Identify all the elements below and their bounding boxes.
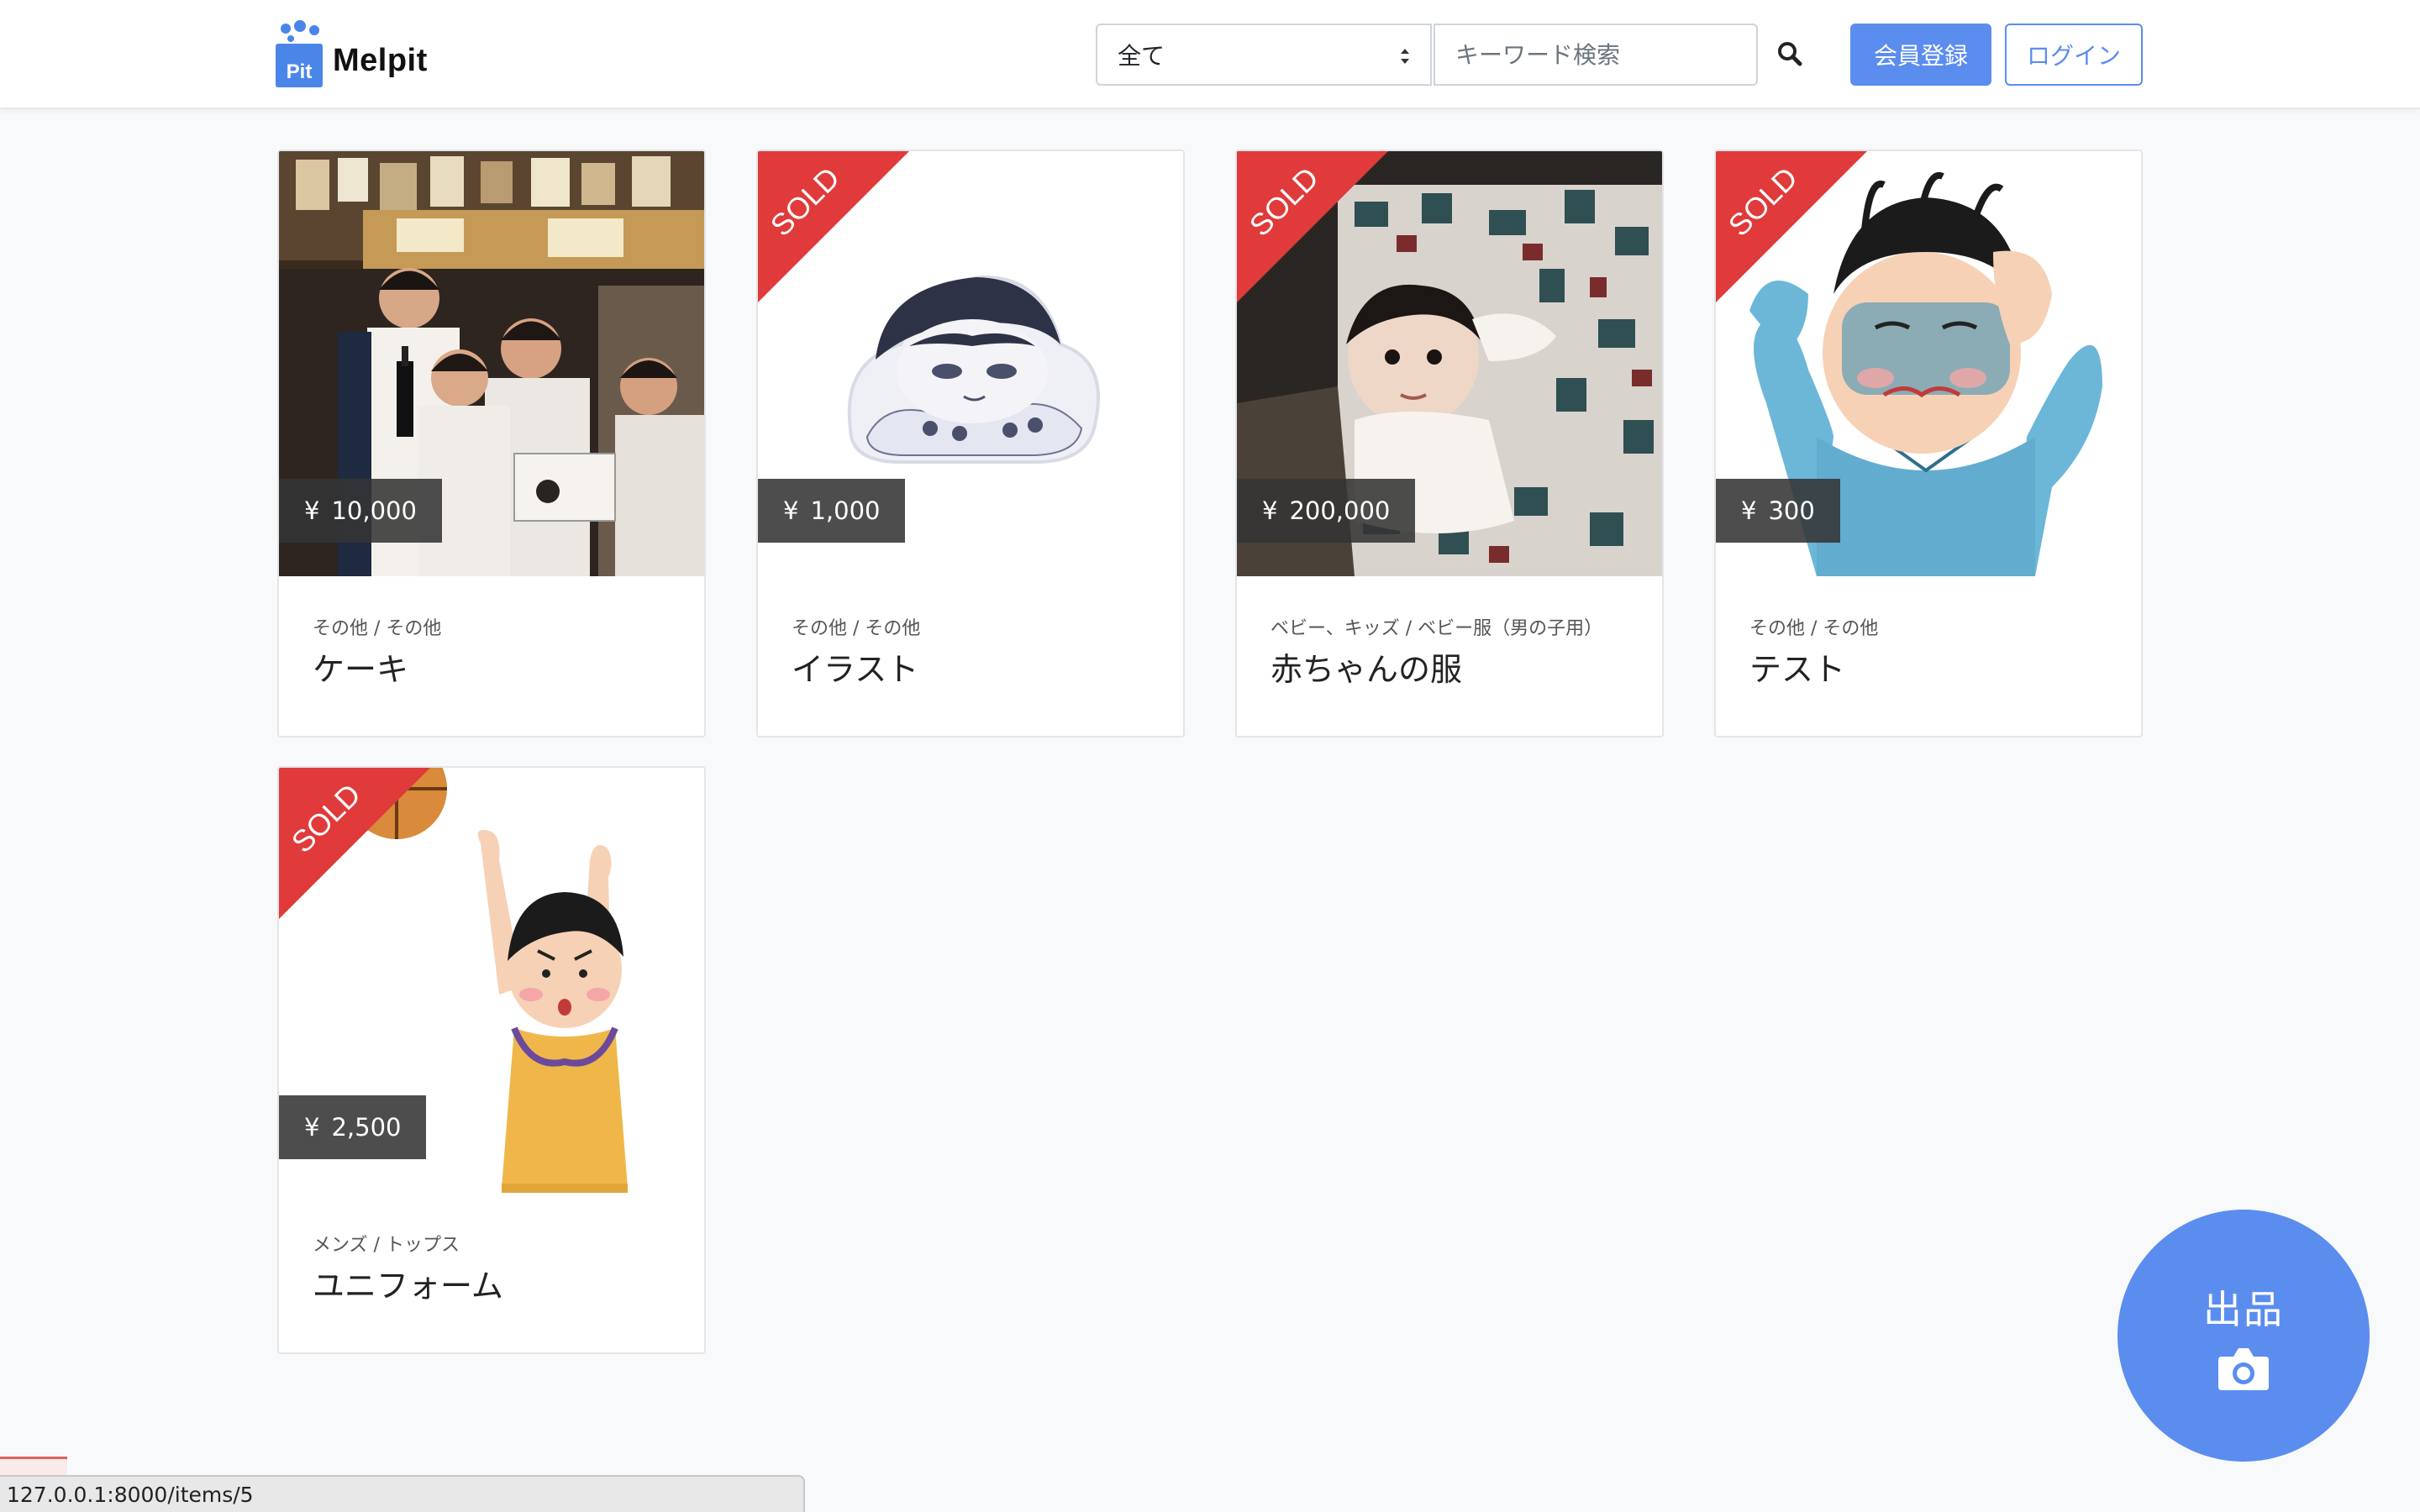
item-card[interactable]: SOLD ¥ 200,000 ベビー、キッズ / ベビー服（男の子用） 赤ちゃん… (1235, 150, 1664, 738)
item-price: 200,000 (1289, 496, 1391, 525)
navbar: Pit Melpit 全て 会員登録 ログイン (0, 0, 2420, 109)
register-button[interactable]: 会員登録 (1850, 24, 1991, 86)
debug-toolbar-tab[interactable] (0, 1457, 67, 1475)
search-input[interactable] (1434, 24, 1758, 86)
item-card[interactable]: ¥ 10,000 その他 / その他 ケーキ (277, 150, 706, 738)
item-name: ケーキ (313, 651, 409, 688)
price-tag: ¥ 2,500 (279, 1095, 427, 1159)
item-name: テスト (1749, 651, 1846, 688)
price-tag: ¥ 10,000 (279, 479, 442, 543)
currency-symbol: ¥ (783, 496, 799, 525)
search-button[interactable] (1771, 34, 1808, 74)
sold-ribbon: SOLD (1237, 151, 1388, 302)
item-name: 赤ちゃんの服 (1270, 651, 1463, 688)
category-select-value: 全て (1118, 42, 1165, 70)
search-icon (1778, 42, 1802, 66)
camera-icon (2218, 1348, 2269, 1390)
currency-symbol: ¥ (304, 496, 320, 525)
login-button[interactable]: ログイン (2005, 24, 2143, 86)
item-card[interactable]: SOLD ¥ 2,500 メンズ / トップス ユニフォーム (277, 766, 706, 1354)
item-price: 1,000 (810, 496, 881, 525)
sold-ribbon: SOLD (1716, 151, 1867, 302)
currency-symbol: ¥ (1262, 496, 1278, 525)
brand-link[interactable]: Pit Melpit (276, 20, 428, 89)
currency-symbol: ¥ (304, 1113, 320, 1142)
currency-symbol: ¥ (1741, 496, 1757, 525)
sell-button[interactable]: 出品 (2118, 1210, 2370, 1462)
price-tag: ¥ 200,000 (1237, 479, 1416, 543)
sell-button-label: 出品 (2203, 1287, 2284, 1332)
melpit-logo-icon: Pit (276, 20, 324, 89)
item-card[interactable]: SOLD ¥ 300 その他 / その他 テスト (1714, 150, 2143, 738)
status-bar-url: 127.0.0.1:8000/items/5 (0, 1475, 805, 1512)
price-tag: ¥ 300 (1716, 479, 1840, 543)
item-name: ユニフォーム (313, 1268, 503, 1305)
sold-ribbon: SOLD (279, 768, 430, 919)
item-price: 2,500 (331, 1113, 402, 1142)
category-select[interactable]: 全て (1096, 24, 1432, 86)
item-price: 10,000 (331, 496, 417, 525)
sold-ribbon: SOLD (758, 151, 909, 302)
select-arrows-icon (1401, 49, 1409, 64)
item-category: その他 / その他 (1749, 618, 1879, 639)
item-category: メンズ / トップス (313, 1235, 460, 1256)
item-category: その他 / その他 (313, 618, 442, 639)
item-category: その他 / その他 (792, 618, 921, 639)
item-name: イラスト (792, 651, 919, 688)
item-category: ベビー、キッズ / ベビー服（男の子用） (1270, 618, 1603, 639)
brand-name: Melpit (333, 42, 428, 78)
item-card[interactable]: SOLD ¥ 1,000 その他 / その他 イラスト (756, 150, 1185, 738)
price-tag: ¥ 1,000 (758, 479, 906, 543)
item-price: 300 (1768, 496, 1815, 525)
